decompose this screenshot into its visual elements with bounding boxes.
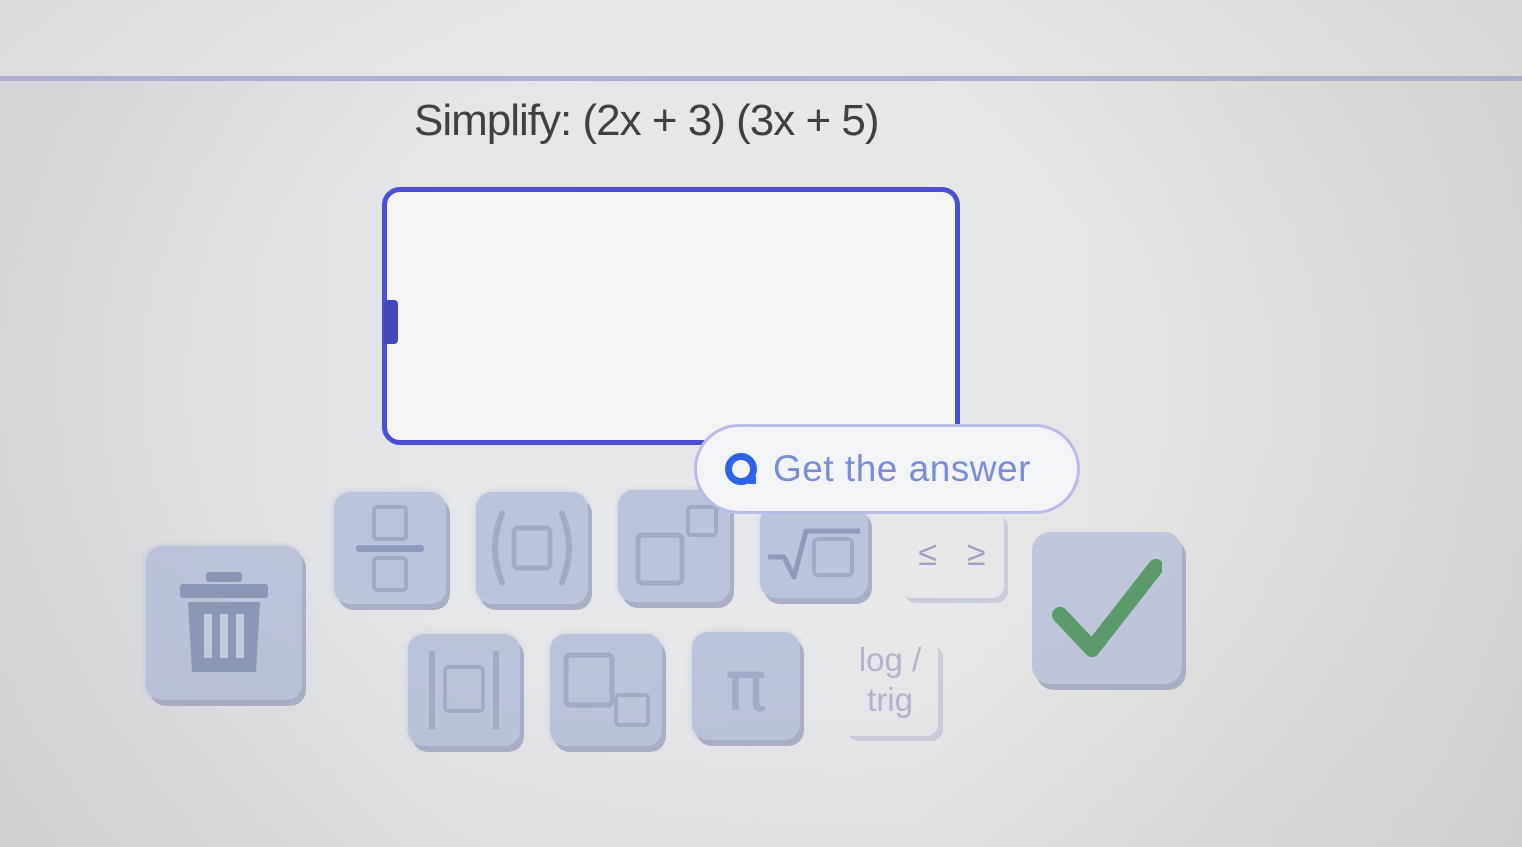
log-trig-line1: log / (858, 641, 922, 678)
question-prompt: Simplify: (2x + 3) (3x + 5) (414, 96, 880, 146)
checkmark-icon (1052, 559, 1162, 657)
absolute-value-icon (429, 651, 499, 729)
exponent-icon (635, 505, 718, 586)
log-trig-key[interactable]: log / trig (842, 640, 938, 736)
get-the-answer-button[interactable]: Get the answer (694, 424, 1080, 514)
trash-icon (180, 572, 268, 672)
search-logo-icon (725, 453, 757, 485)
question-expression: (2x + 3) (3x + 5) (582, 96, 879, 145)
exponent-key[interactable] (618, 490, 730, 602)
trash-key[interactable] (146, 546, 302, 700)
parentheses-icon (492, 511, 572, 585)
text-cursor (384, 300, 398, 344)
pi-key[interactable]: π (692, 632, 800, 740)
square-root-icon (768, 528, 860, 580)
pi-icon: π (724, 645, 768, 727)
get-the-answer-label: Get the answer (773, 448, 1031, 489)
greater-equal-icon: ≥ (967, 534, 986, 573)
log-trig-line2: trig (867, 681, 913, 718)
question-prefix: Simplify: (414, 96, 572, 145)
less-equal-icon: ≤ (918, 534, 937, 573)
fraction-key[interactable] (334, 492, 446, 604)
parentheses-key[interactable] (476, 492, 588, 604)
answer-input[interactable] (382, 187, 960, 445)
top-divider (0, 76, 1522, 81)
absolute-value-key[interactable] (408, 634, 520, 746)
fraction-icon (356, 505, 424, 592)
top-band (0, 0, 1522, 78)
square-root-key[interactable] (760, 506, 868, 598)
submit-answer-button[interactable] (1032, 532, 1182, 684)
inequality-key[interactable]: ≤ ≥ (900, 510, 1004, 598)
subscript-key[interactable] (550, 634, 662, 746)
subscript-icon (563, 652, 650, 727)
